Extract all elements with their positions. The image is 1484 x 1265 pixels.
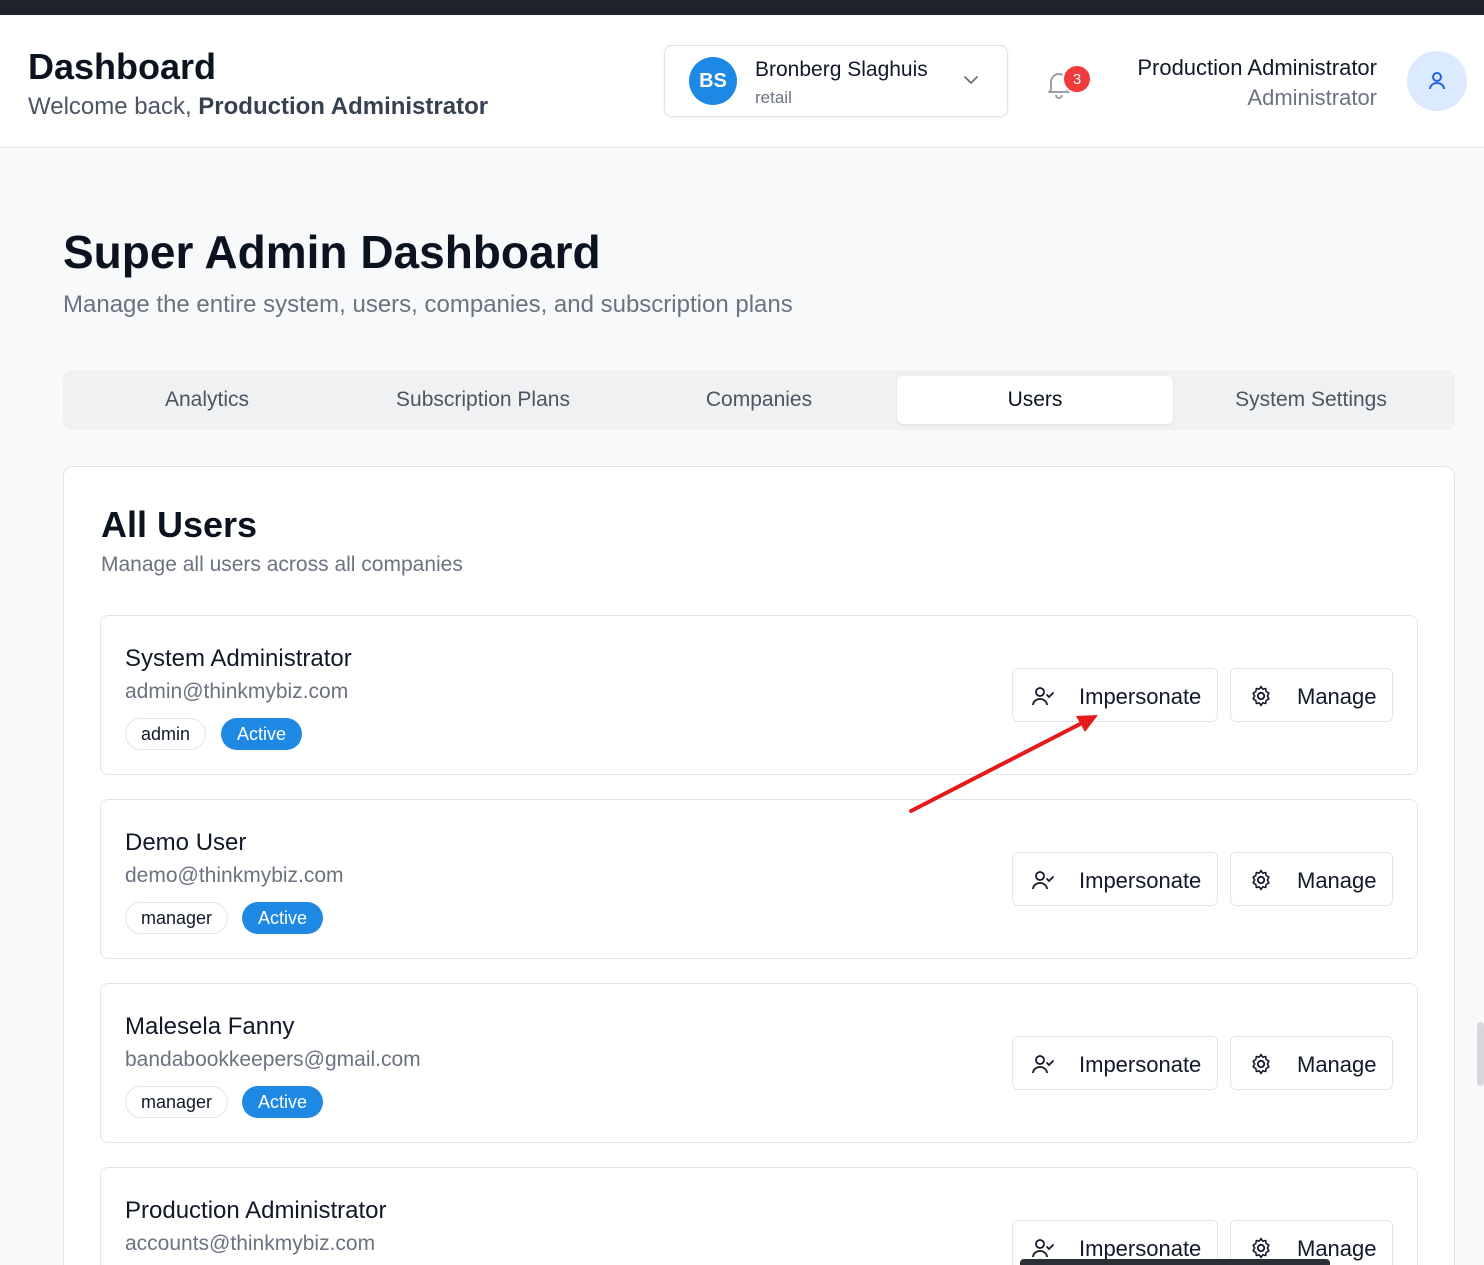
page-subtitle: Manage the entire system, users, compani… — [63, 291, 793, 318]
bottom-overlay-bar — [1020, 1259, 1330, 1265]
gear-icon — [1252, 1237, 1270, 1259]
company-avatar: BS — [689, 57, 737, 105]
card-subtitle: Manage all users across all companies — [101, 553, 463, 576]
company-type: retail — [755, 88, 792, 107]
current-user-name: Production Administrator — [1137, 55, 1377, 80]
user-icon — [1429, 72, 1445, 90]
user-email: admin@thinkmybiz.com — [125, 680, 349, 703]
user-avatar[interactable] — [1407, 51, 1467, 111]
welcome-text: Welcome back, Production Administrator — [28, 93, 488, 121]
chevron-down-icon — [964, 76, 978, 84]
user-name: Malesela Fanny — [125, 1013, 295, 1040]
user-row: Malesela Fanny bandabookkeepers@gmail.co… — [100, 983, 1418, 1143]
status-badge: Active — [221, 718, 303, 750]
impersonate-button[interactable]: Impersonate — [1012, 1036, 1218, 1090]
all-users-card: All Users Manage all users across all co… — [63, 466, 1455, 1265]
role-badge: manager — [125, 1086, 229, 1118]
app-header: Dashboard Welcome back, Production Admin… — [0, 15, 1484, 148]
user-name: System Administrator — [125, 645, 352, 672]
user-row: Production Administrator accounts@thinkm… — [100, 1167, 1418, 1265]
impersonate-button[interactable]: Impersonate — [1012, 852, 1218, 906]
user-email: demo@thinkmybiz.com — [125, 864, 344, 887]
header-title: Dashboard — [28, 46, 217, 87]
tab-bar: Analytics Subscription Plans Companies U… — [63, 370, 1455, 430]
user-check-icon — [1032, 871, 1054, 890]
impersonate-label: Impersonate — [1079, 1052, 1202, 1077]
welcome-prefix: Welcome back, — [28, 93, 192, 120]
manage-label: Manage — [1297, 684, 1377, 709]
company-selector[interactable]: BS Bronberg Slaghuis retail — [664, 45, 1008, 117]
manage-button[interactable]: Manage — [1230, 1036, 1393, 1090]
user-check-icon — [1032, 687, 1054, 706]
current-user-role: Administrator — [1247, 85, 1377, 110]
user-check-icon — [1032, 1239, 1054, 1258]
user-email: bandabookkeepers@gmail.com — [125, 1048, 421, 1071]
user-row: System Administrator admin@thinkmybiz.co… — [100, 615, 1418, 775]
impersonate-label: Impersonate — [1079, 684, 1202, 709]
status-badge: Active — [242, 902, 324, 934]
gear-icon — [1252, 869, 1270, 891]
user-check-icon — [1032, 1055, 1054, 1074]
gear-icon — [1252, 1053, 1270, 1075]
tab-companies[interactable]: Companies — [621, 376, 897, 424]
welcome-name: Production Administrator — [198, 93, 489, 120]
user-name: Demo User — [125, 829, 247, 856]
tab-system-settings[interactable]: System Settings — [1173, 376, 1449, 424]
impersonate-button[interactable]: Impersonate — [1012, 668, 1218, 722]
card-title: All Users — [101, 504, 258, 545]
manage-label: Manage — [1297, 868, 1377, 893]
status-badge: Active — [242, 1086, 324, 1118]
scrollbar-thumb[interactable] — [1477, 1022, 1484, 1086]
tab-users[interactable]: Users — [897, 376, 1173, 424]
manage-label: Manage — [1297, 1052, 1377, 1077]
manage-button[interactable]: Manage — [1230, 852, 1393, 906]
company-name: Bronberg Slaghuis — [755, 58, 928, 81]
tab-subscription-plans[interactable]: Subscription Plans — [345, 376, 621, 424]
notification-badge: 3 — [1062, 64, 1092, 94]
manage-button[interactable]: Manage — [1230, 668, 1393, 722]
user-email: accounts@thinkmybiz.com — [125, 1232, 376, 1255]
role-badge: admin — [125, 718, 207, 750]
user-row: Demo User demo@thinkmybiz.com manager Ac… — [100, 799, 1418, 959]
user-name: Production Administrator — [125, 1197, 387, 1224]
gear-icon — [1252, 685, 1270, 707]
impersonate-label: Impersonate — [1079, 868, 1202, 893]
role-badge: manager — [125, 902, 229, 934]
tab-analytics[interactable]: Analytics — [69, 376, 345, 424]
page-title: Super Admin Dashboard — [63, 226, 601, 278]
browser-top-strip — [0, 0, 1484, 15]
